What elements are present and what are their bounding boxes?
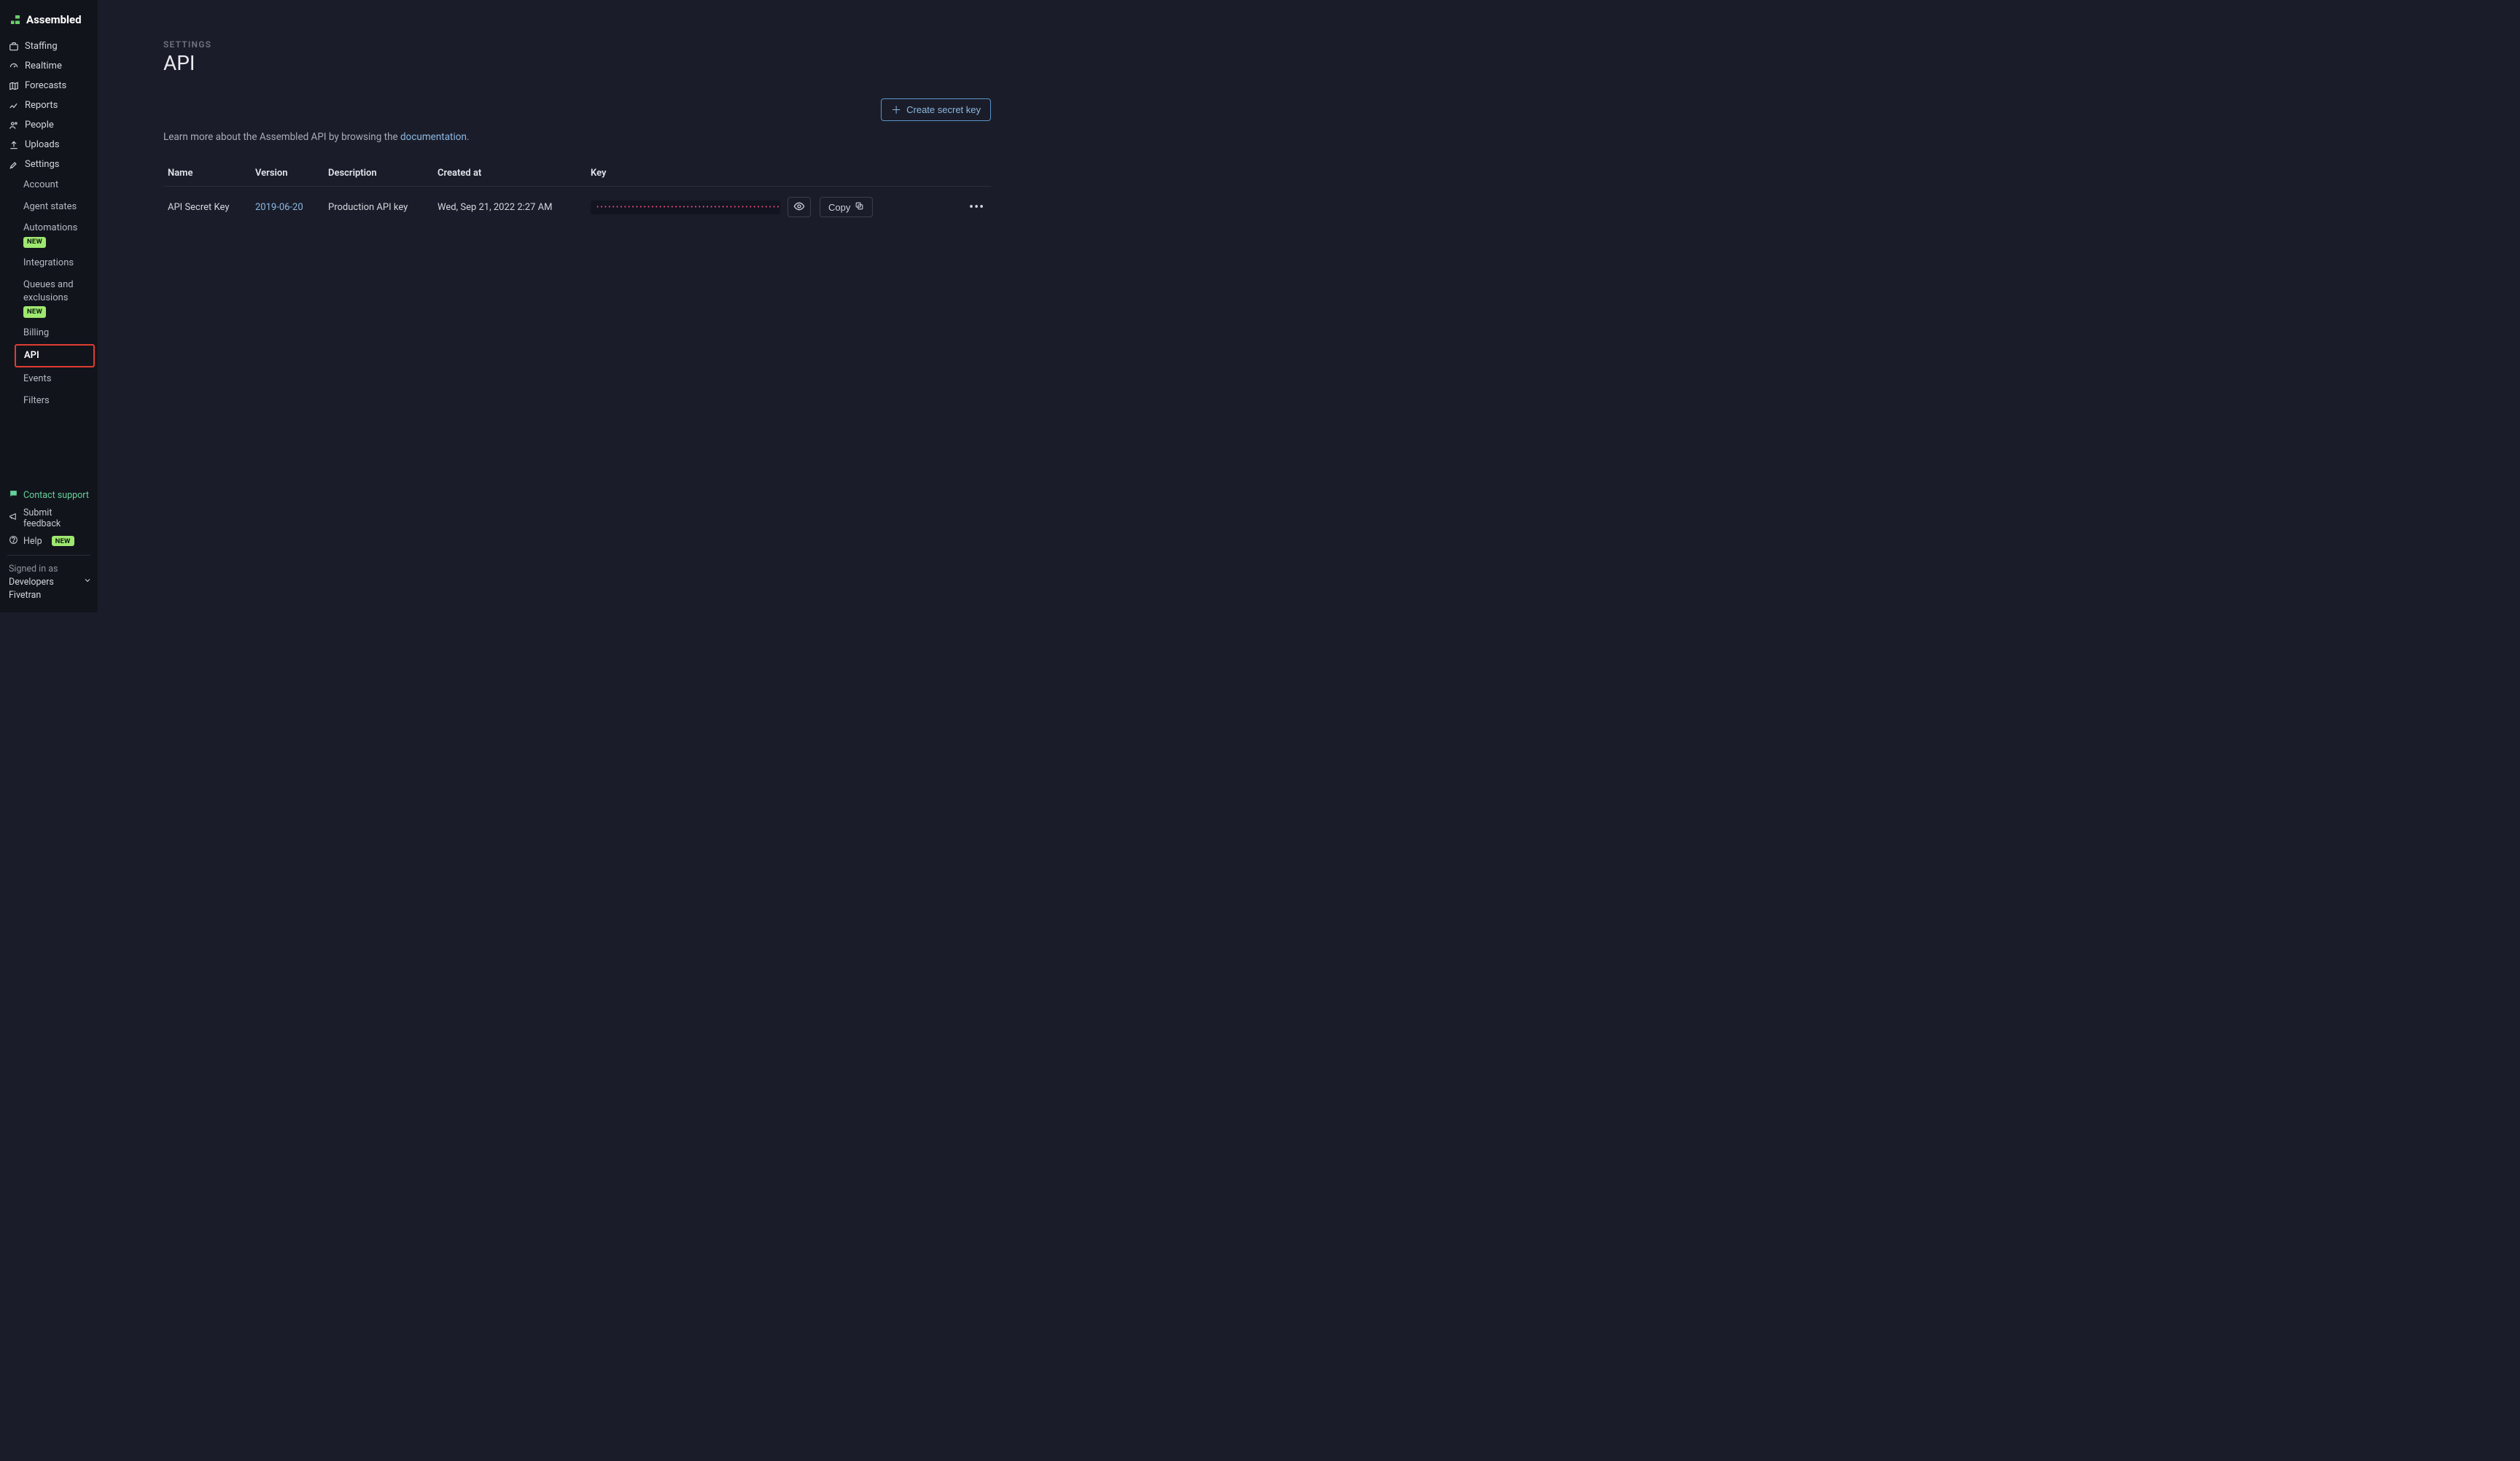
gauge-icon [9,61,19,71]
sidebar-item-label: Forecasts [25,80,66,91]
breadcrumb: SETTINGS [163,39,991,50]
copy-key-button[interactable]: Copy [820,197,873,217]
sidebar-sub-events[interactable]: Events [15,368,95,390]
help-link[interactable]: Help NEW [4,532,93,550]
copy-label: Copy [828,202,850,213]
upload-icon [9,140,19,150]
chat-icon [9,489,18,502]
sidebar-item-staffing[interactable]: Staffing [0,36,98,56]
sidebar-item-label: People [25,120,54,130]
sidebar: Assembled Staffing Realtime Forecasts Re… [0,0,98,612]
th-name: Name [163,162,251,187]
nav: Staffing Realtime Forecasts Reports Peop… [0,36,98,481]
app-name: Assembled [26,13,82,26]
sidebar-item-label: Staffing [25,41,58,52]
intro-suffix: . [467,131,470,143]
main-content: SETTINGS API ＋ Create secret key Learn m… [98,0,1057,612]
documentation-link[interactable]: documentation [400,131,467,143]
row-menu-button[interactable]: ••• [969,200,984,215]
table-header-row: Name Version Description Created at Key [163,162,991,187]
sidebar-item-people[interactable]: People [0,115,98,135]
cell-description: Production API key [324,187,433,228]
th-created: Created at [433,162,586,187]
api-keys-table: Name Version Description Created at Key … [163,162,991,227]
copy-icon [855,201,864,213]
sidebar-sub-automations[interactable]: Automations NEW [15,217,95,252]
account-switcher[interactable]: Signed in as Developers Fivetran [4,560,93,605]
sidebar-sub-integrations[interactable]: Integrations [15,252,95,274]
people-icon [9,120,19,130]
contact-support-link[interactable]: Contact support [4,486,93,504]
app-logo[interactable]: Assembled [0,0,98,36]
th-description: Description [324,162,433,187]
plus-icon: ＋ [891,105,901,115]
sidebar-item-label: Reports [25,100,58,111]
table-row: API Secret Key 2019-06-20 Production API… [163,187,991,228]
sidebar-item-forecasts[interactable]: Forecasts [0,76,98,96]
megaphone-icon [9,512,18,524]
briefcase-icon [9,42,19,52]
sidebar-sub-api[interactable]: API [15,344,95,367]
page-toolbar: ＋ Create secret key [163,98,991,121]
contact-support-label: Contact support [23,490,89,501]
signed-in-org: Developers [9,576,89,589]
sidebar-item-label: Queues and exclusions [23,279,74,303]
sidebar-sub-filters[interactable]: Filters [15,390,95,412]
divider [7,555,90,556]
sidebar-item-label: Automations [23,222,77,233]
sidebar-sub-account[interactable]: Account [15,174,95,196]
create-secret-key-label: Create secret key [906,104,981,115]
map-icon [9,81,19,91]
sidebar-item-label: Realtime [25,61,62,71]
sidebar-subnav: Account Agent states Automations NEW Int… [0,174,98,411]
row-actions: ••••••••••••••••••••••••••••••••••••••••… [591,197,987,217]
sidebar-item-settings[interactable]: Settings [0,155,98,174]
create-secret-key-button[interactable]: ＋ Create secret key [881,98,991,121]
cell-version-link[interactable]: 2019-06-20 [255,202,303,213]
logo-mark-icon [9,13,22,26]
chart-line-icon [9,101,19,111]
page-title: API [163,51,991,75]
th-version: Version [251,162,324,187]
masked-key: ••••••••••••••••••••••••••••••••••••••••… [591,200,780,214]
th-key: Key [586,162,878,187]
cell-name: API Secret Key [163,187,251,228]
reveal-key-button[interactable] [788,197,811,217]
sidebar-sub-billing[interactable]: Billing [15,322,95,344]
tools-icon [9,160,19,170]
sidebar-footer: Contact support Submit feedback Help NEW… [0,481,98,612]
chevron-down-icon [83,576,92,589]
new-badge: NEW [23,237,46,249]
th-actions [878,162,991,187]
intro-prefix: Learn more about the Assembled API by br… [163,131,400,143]
sidebar-item-uploads[interactable]: Uploads [0,135,98,155]
signed-in-label: Signed in as [9,563,89,576]
signed-in-company: Fivetran [9,589,89,602]
sidebar-item-label: Settings [25,159,59,170]
sidebar-item-reports[interactable]: Reports [0,96,98,115]
eye-icon [793,200,805,214]
submit-feedback-link[interactable]: Submit feedback [4,504,93,532]
intro-text: Learn more about the Assembled API by br… [163,131,991,143]
question-icon [9,535,18,548]
help-label: Help [23,536,42,547]
submit-feedback-label: Submit feedback [23,507,89,529]
new-badge: NEW [23,306,46,318]
cell-created: Wed, Sep 21, 2022 2:27 AM [433,187,586,228]
sidebar-item-realtime[interactable]: Realtime [0,56,98,76]
new-badge: NEW [52,536,74,546]
sidebar-sub-agent-states[interactable]: Agent states [15,196,95,218]
sidebar-sub-queues-exclusions[interactable]: Queues and exclusions NEW [15,274,95,322]
sidebar-item-label: Uploads [25,139,59,150]
